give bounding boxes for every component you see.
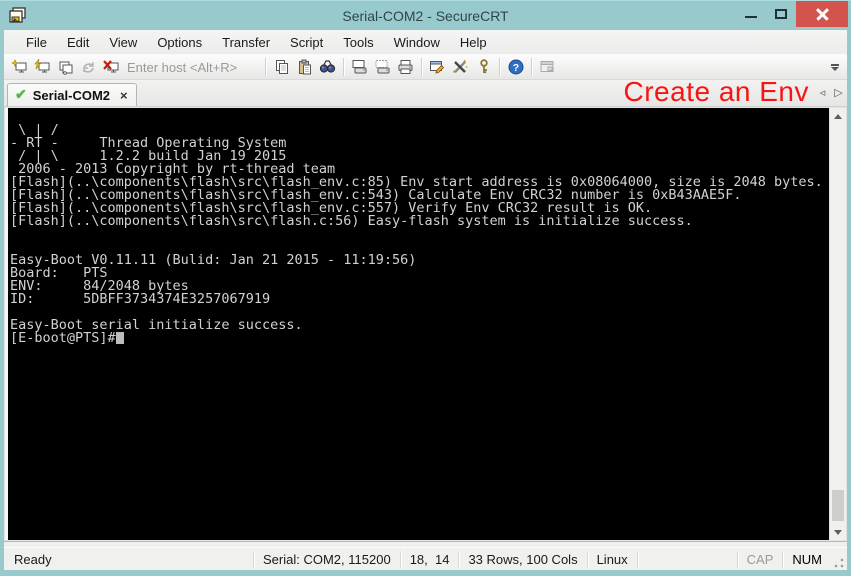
status-cursor-position: 18, 14 <box>400 551 459 568</box>
status-serial: Serial: COM2, 115200 <box>253 551 400 568</box>
terminal-line <box>10 306 829 319</box>
menu-help[interactable]: Help <box>450 32 497 53</box>
terminal-line <box>10 241 829 254</box>
window-title: Serial-COM2 - SecureCRT <box>0 8 851 24</box>
terminal-line: 2006 - 2013 Copyright by rt-thread team <box>10 163 829 176</box>
vertical-scrollbar[interactable] <box>829 108 846 540</box>
terminal-line: - RT - Thread Operating System <box>10 137 829 150</box>
scroll-down-icon <box>834 530 842 535</box>
copy-icon[interactable] <box>270 56 293 78</box>
status-caps-indicator: CAP <box>737 551 783 568</box>
statusbar: Ready Serial: COM2, 115200 18, 14 33 Row… <box>4 547 847 570</box>
status-num-indicator: NUM <box>782 551 831 568</box>
titlebar: Serial-COM2 - SecureCRT <box>0 0 851 30</box>
print-selection-icon[interactable] <box>371 56 394 78</box>
tabbar: Serial-COM2 Create an Env <box>4 80 847 107</box>
scroll-up-button[interactable] <box>830 108 846 124</box>
global-options-icon[interactable] <box>449 56 472 78</box>
menu-edit[interactable]: Edit <box>57 32 99 53</box>
terminal-line: Easy-Boot serial initialize success. <box>10 319 829 332</box>
terminal-prompt-line: [E-boot@PTS]# <box>10 332 829 345</box>
prompt-text: [E-boot@PTS]# <box>10 332 116 345</box>
terminal-line: ID: 5DBFF3734374E3257067919 <box>10 293 829 306</box>
session-manager-icon[interactable] <box>536 56 559 78</box>
toolbar-separator <box>499 58 500 76</box>
terminal-line: [Flash](..\components\flash\src\flash_en… <box>10 189 829 202</box>
connect-in-tab-icon[interactable] <box>54 56 77 78</box>
status-emulation: Linux <box>587 551 637 568</box>
tab-scroll-right-icon[interactable] <box>832 86 845 99</box>
menu-script[interactable]: Script <box>280 32 333 53</box>
paste-icon[interactable] <box>293 56 316 78</box>
scroll-down-button[interactable] <box>830 524 846 540</box>
toolbar-separator <box>421 58 422 76</box>
toolbar-overflow-icon <box>831 64 839 66</box>
menu-options[interactable]: Options <box>147 32 212 53</box>
menu-transfer[interactable]: Transfer <box>212 32 280 53</box>
connected-check-icon <box>15 86 27 104</box>
print-icon[interactable] <box>394 56 417 78</box>
close-icon <box>816 8 829 21</box>
scrollbar-thumb[interactable] <box>832 490 844 521</box>
annotation-create-an-env: Create an Env <box>624 76 810 108</box>
terminal-line: ENV: 84/2048 bytes <box>10 280 829 293</box>
resize-grip[interactable] <box>832 557 845 570</box>
print-screen-icon[interactable] <box>348 56 371 78</box>
toolbar-separator <box>265 58 266 76</box>
disconnect-icon[interactable] <box>100 56 123 78</box>
maximize-icon <box>775 9 787 19</box>
connect-icon[interactable] <box>8 56 31 78</box>
find-icon[interactable] <box>316 56 339 78</box>
quick-connect-icon[interactable] <box>31 56 54 78</box>
reconnect-icon[interactable] <box>77 56 100 78</box>
terminal-line: [Flash](..\components\flash\src\flash_en… <box>10 176 829 189</box>
terminal-panel: \ | / - RT - Thread Operating System / |… <box>4 107 847 541</box>
terminal-line: / | \ 1.2.2 build Jan 19 2015 <box>10 150 829 163</box>
minimize-button[interactable] <box>736 1 766 27</box>
terminal-screen[interactable]: \ | / - RT - Thread Operating System / |… <box>8 108 829 540</box>
status-ready: Ready <box>4 551 253 568</box>
terminal-line: Board: PTS <box>10 267 829 280</box>
tab-scroll-left-icon[interactable] <box>816 86 829 99</box>
key-agent-icon[interactable] <box>472 56 495 78</box>
help-icon[interactable]: ? <box>504 56 527 78</box>
menu-window[interactable]: Window <box>384 32 450 53</box>
terminal-line: Easy-Boot V0.11.11 (Bulid: Jan 21 2015 -… <box>10 254 829 267</box>
terminal-line: \ | / <box>10 124 829 137</box>
tab-label: Serial-COM2 <box>33 88 110 103</box>
maximize-button[interactable] <box>766 1 796 27</box>
close-button[interactable] <box>796 1 848 27</box>
scroll-up-icon <box>834 114 842 119</box>
terminal-line <box>10 111 829 124</box>
menu-tools[interactable]: Tools <box>333 32 383 53</box>
menubar: File Edit View Options Transfer Script T… <box>4 30 847 54</box>
terminal-line: [Flash](..\components\flash\src\flash_en… <box>10 202 829 215</box>
toolbar-separator <box>343 58 344 76</box>
menu-file[interactable]: File <box>16 32 57 53</box>
terminal-line <box>10 228 829 241</box>
svg-text:?: ? <box>512 62 518 74</box>
menu-view[interactable]: View <box>99 32 147 53</box>
toolbar-overflow-button[interactable] <box>829 64 843 71</box>
terminal-cursor <box>116 332 124 344</box>
status-spacer <box>637 551 737 568</box>
terminal-line: [Flash](..\components\flash\src\flash.c:… <box>10 215 829 228</box>
minimize-icon <box>745 16 757 18</box>
session-options-icon[interactable] <box>426 56 449 78</box>
host-input[interactable] <box>127 57 255 77</box>
tab-close-icon[interactable] <box>120 88 128 103</box>
tab-serial-com2[interactable]: Serial-COM2 <box>7 83 137 106</box>
toolbar-separator <box>531 58 532 76</box>
status-grid-size: 33 Rows, 100 Cols <box>458 551 586 568</box>
